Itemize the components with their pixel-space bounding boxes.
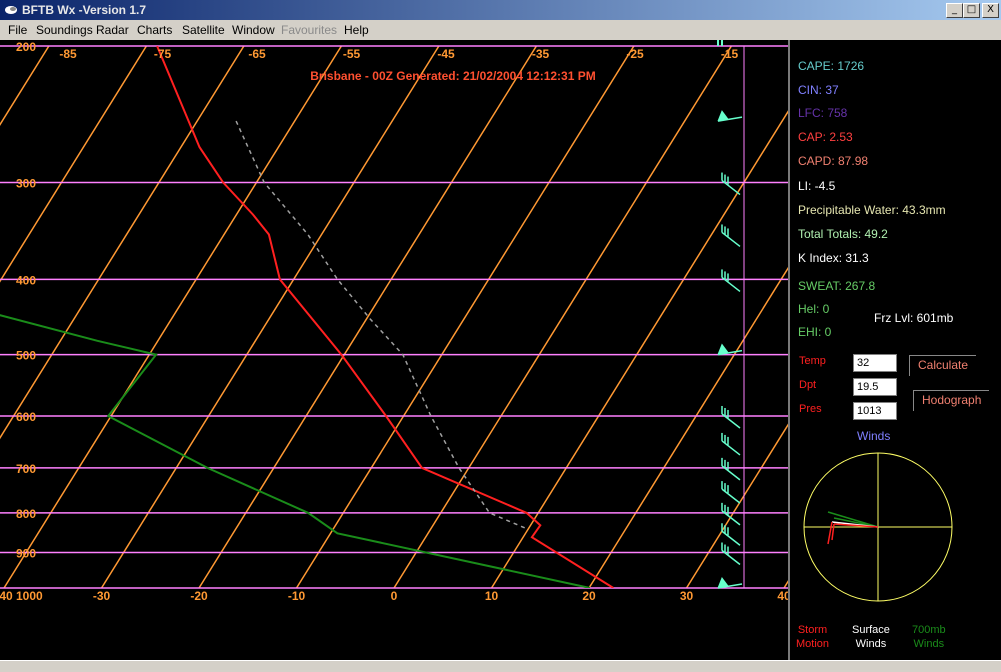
pressure-input[interactable]: [853, 402, 897, 420]
menu-soundings[interactable]: Soundings: [36, 23, 93, 37]
freezing-level-value: Frz Lvl: 601mb: [874, 311, 954, 325]
wind-barb: [721, 172, 741, 196]
top-temp-label: -35: [532, 47, 550, 61]
app-icon: [5, 6, 17, 14]
pressure-label: 600: [16, 410, 36, 424]
cape-value: CAPE: 1726: [798, 59, 865, 73]
menu-bar: File Soundings Radar Charts Satellite Wi…: [0, 20, 1001, 40]
skew-t-chart: 200 300 400 500 600 700 800 900 1000 -85 -75 -65 -55…: [0, 36, 791, 660]
menu-satellite[interactable]: Satellite: [182, 23, 225, 37]
menu-charts[interactable]: Charts: [137, 23, 172, 37]
isotherm-line: [295, 46, 635, 588]
precipitable-water-value: Precipitable Water: 43.3mm: [798, 203, 946, 217]
isotherm-line: [588, 266, 788, 588]
pressure-label: 200: [16, 40, 36, 54]
hodograph-button[interactable]: Hodograph: [913, 390, 990, 411]
top-temp-label: -25: [626, 47, 644, 61]
temp-input[interactable]: [853, 354, 897, 372]
legend-700mb-winds: 700mb Winds: [912, 624, 946, 650]
maximize-button[interactable]: □: [963, 3, 980, 18]
total-totals-value: Total Totals: 49.2: [798, 227, 888, 241]
isotherm-line: [3, 46, 343, 588]
wind-barb: [721, 269, 741, 293]
bottom-temp-label: 10: [485, 589, 499, 603]
bottom-temp-label: 20: [582, 589, 596, 603]
menu-file[interactable]: File: [8, 23, 27, 37]
wind-barb: [721, 224, 741, 248]
wind-barb: [721, 523, 741, 546]
pressure-label: 1000: [16, 589, 43, 603]
ehi-value: EHI: 0: [798, 325, 832, 339]
top-temp-label: -15: [721, 47, 739, 61]
bottom-temp-label: -30: [93, 589, 111, 603]
li-value: LI: -4.5: [798, 179, 836, 193]
stability-panel: CAPE: 1726 CIN: 37 LFC: 758 CAP: 2.53 CA…: [788, 40, 1001, 660]
top-temp-label: -45: [437, 47, 455, 61]
top-temp-label: -75: [154, 47, 172, 61]
sweat-value: SWEAT: 267.8: [798, 279, 876, 293]
wind-barb: [721, 405, 741, 429]
wind-barb: [717, 576, 743, 589]
isotherm-line: [0, 46, 245, 440]
status-bar: [0, 660, 1001, 672]
close-button[interactable]: X: [982, 3, 999, 18]
capd-value: CAPD: 87.98: [798, 154, 869, 168]
k-index-value: K Index: 31.3: [798, 251, 869, 265]
menu-radar[interactable]: Radar: [96, 23, 129, 37]
title-bar: BFTB Wx -Version 1.7 _ □ X: [0, 0, 1001, 20]
wind-barb: [721, 457, 741, 481]
dewpoint-input[interactable]: [853, 378, 897, 396]
bottom-temp-label: 40: [777, 589, 788, 603]
wind-barb: [717, 36, 723, 46]
wind-barb: [721, 542, 741, 566]
legend-surface-winds: Surface Winds: [852, 624, 890, 650]
menu-window[interactable]: Window: [232, 23, 275, 37]
wind-barb: [717, 110, 743, 122]
helicity-value: Hel: 0: [798, 302, 830, 316]
temperature-line: [156, 46, 614, 588]
pressure-label: 300: [16, 177, 36, 191]
window-title: BFTB Wx -Version 1.7: [22, 3, 147, 17]
bottom-temp-label: 30: [680, 589, 694, 603]
isotherm-line: [685, 423, 788, 588]
cin-value: CIN: 37: [798, 83, 839, 97]
cap-value: CAP: 2.53: [798, 130, 853, 144]
legend-storm-motion: Storm Motion: [796, 624, 830, 650]
dewpoint-label: Dpt: [799, 379, 817, 391]
skew-t-plot: 2003004005006007008009001000-85 -75 -65 -55…: [0, 36, 791, 603]
calculate-button[interactable]: Calculate: [909, 355, 977, 376]
bottom-temp-label: 0: [391, 589, 398, 603]
temp-label: Temp: [799, 355, 826, 367]
pressure-label: 800: [16, 507, 36, 521]
wind-barb: [721, 432, 741, 456]
wind-barb: [721, 481, 741, 504]
winds-title: Winds: [857, 429, 891, 443]
bottom-temp-label: -40: [0, 589, 13, 603]
pressure-label: 900: [16, 547, 36, 561]
chart-title: Brisbane - 00Z Generated: 21/02/2004 12:…: [310, 69, 595, 83]
top-temp-label: -55: [343, 47, 361, 61]
isotherm-line: [198, 46, 538, 588]
top-temp-label: -85: [59, 47, 77, 61]
menu-favourites: Favourites: [281, 23, 338, 37]
minimize-button[interactable]: _: [946, 3, 963, 18]
bottom-temp-label: -10: [288, 589, 306, 603]
pressure-label: 400: [16, 273, 36, 287]
top-temp-label: -65: [248, 47, 266, 61]
wind-barb: [717, 343, 743, 356]
bottom-temp-label: -20: [190, 589, 208, 603]
menu-help[interactable]: Help: [344, 23, 369, 37]
pressure-label: Pres: [799, 403, 822, 415]
isotherm-line: [100, 46, 440, 588]
dewpoint-line: [0, 314, 591, 588]
pressure-label: 700: [16, 462, 36, 476]
hodograph-plot: [803, 452, 953, 602]
isotherm-line: [393, 46, 733, 588]
lfc-value: LFC: 758: [798, 106, 848, 120]
pressure-label: 500: [16, 349, 36, 363]
